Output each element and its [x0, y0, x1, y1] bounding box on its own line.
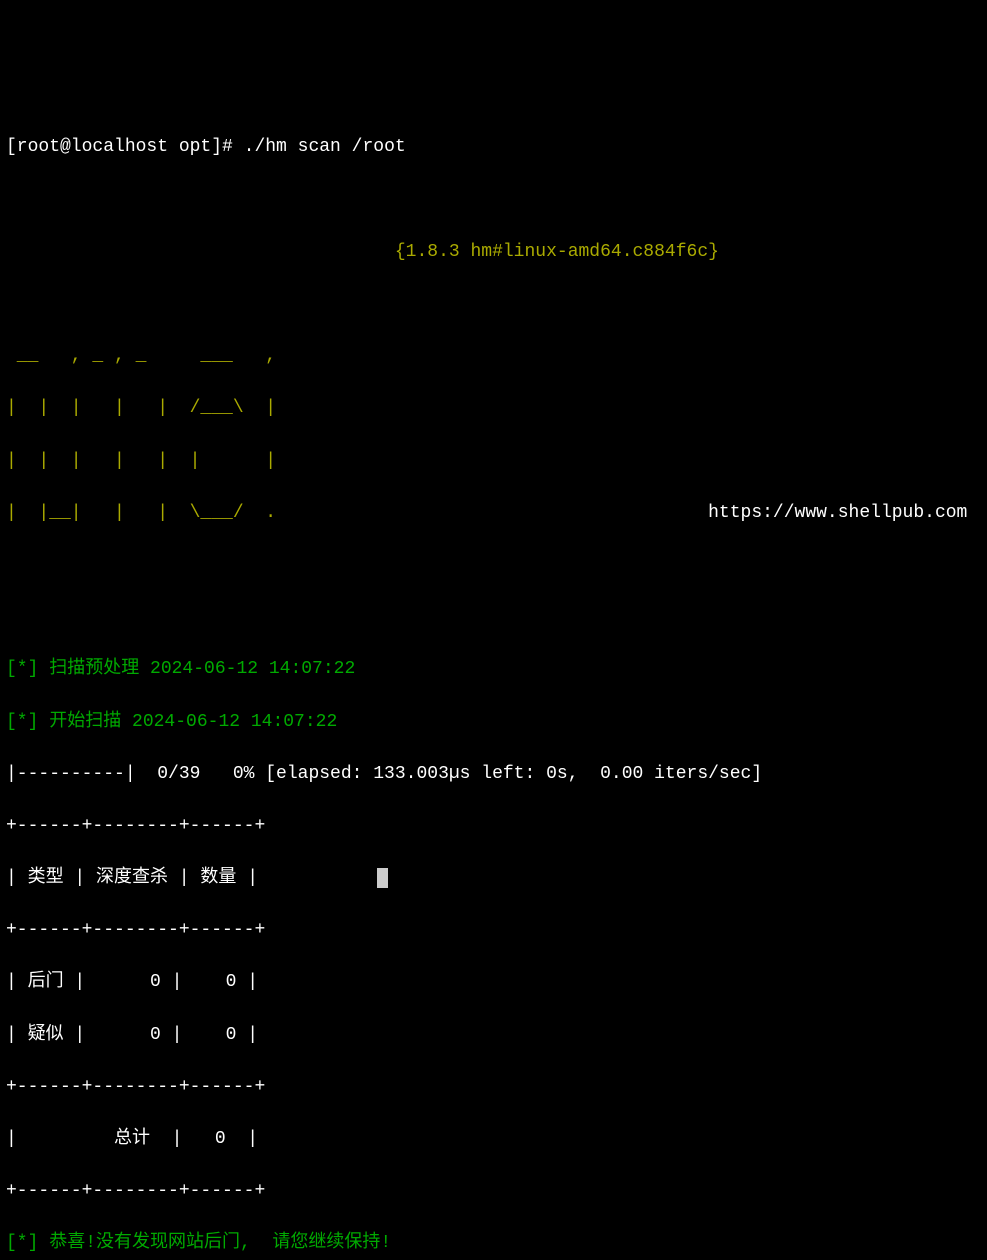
ascii-art-line: | | | | | | |: [6, 448, 981, 474]
blank-line: [6, 291, 981, 317]
scan-preprocess-line: [*] 扫描预处理 2024-06-12 14:07:22: [6, 656, 981, 682]
blank-line: [6, 187, 981, 213]
table-border: +------+--------+------+: [6, 917, 981, 943]
scan-start-line: [*] 开始扫描 2024-06-12 14:07:22: [6, 709, 981, 735]
timestamp: 2024-06-12 14:07:22: [132, 712, 337, 732]
progress-bar-initial: |----------| 0/39 0% [elapsed: 133.003µs…: [6, 761, 981, 787]
version-line: {1.8.3 hm#linux-amd64.c884f6c}: [6, 239, 981, 265]
status-marker: [*]: [6, 712, 38, 732]
table-total-row: | 总计 | 0 |: [6, 1126, 981, 1152]
cursor-icon: [377, 868, 388, 888]
status-marker: [*]: [6, 659, 38, 679]
result-message: 恭喜!没有发现网站后门, 请您继续保持!: [49, 1233, 391, 1253]
ascii-art-line: | |__| | | \___/ . https://www.shellpub.…: [6, 500, 981, 526]
status-marker: [*]: [6, 1233, 38, 1253]
table-border: +------+--------+------+: [6, 813, 981, 839]
ascii-art-line: | | | | | /___\ |: [6, 395, 981, 421]
table-border: +------+--------+------+: [6, 1074, 981, 1100]
table-header-row: | 类型 | 深度查杀 | 数量 |: [6, 865, 981, 891]
timestamp: 2024-06-12 14:07:22: [150, 659, 355, 679]
blank-line: [6, 552, 981, 578]
ascii-art-line: __ , _ , _ ___ ,: [6, 343, 981, 369]
url-text: https://www.shellpub.com: [276, 503, 967, 523]
table-row: | 疑似 | 0 | 0 |: [6, 1022, 981, 1048]
status-label: 开始扫描: [49, 712, 121, 732]
command-line: [root@localhost opt]# ./hm scan /root: [6, 134, 981, 160]
table-border: +------+--------+------+: [6, 1178, 981, 1204]
blank-line: [6, 604, 981, 630]
table-row: | 后门 | 0 | 0 |: [6, 969, 981, 995]
status-label: 扫描预处理: [49, 659, 139, 679]
command-text: ./hm scan /root: [244, 137, 406, 157]
terminal-output: [root@localhost opt]# ./hm scan /root {1…: [6, 108, 981, 1260]
shell-prompt: [root@localhost opt]#: [6, 137, 244, 157]
result-line: [*] 恭喜!没有发现网站后门, 请您继续保持!: [6, 1230, 981, 1256]
